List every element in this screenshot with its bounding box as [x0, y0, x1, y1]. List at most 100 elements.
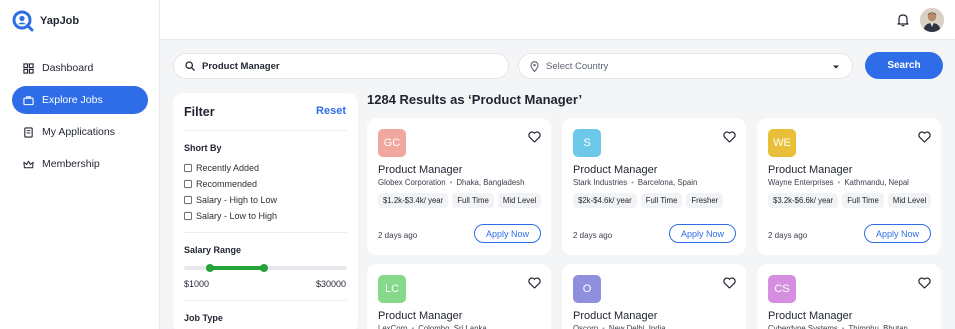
divider — [184, 232, 347, 233]
heart-icon[interactable] — [918, 130, 931, 143]
heart-icon[interactable] — [723, 130, 736, 143]
sort-option-label: Recommended — [196, 179, 258, 189]
sort-option-salary-low-high[interactable]: Salary - Low to High — [184, 211, 277, 221]
job-location: New Delhi, India — [608, 324, 666, 329]
level-chip: Fresher — [686, 193, 724, 208]
separator-dot: • — [837, 178, 841, 187]
sidebar-item-explore-jobs[interactable]: Explore Jobs — [12, 86, 148, 114]
sort-option-recently-added[interactable]: Recently Added — [184, 163, 259, 173]
heart-icon[interactable] — [918, 276, 931, 289]
checkbox[interactable] — [184, 180, 192, 188]
heart-icon[interactable] — [528, 130, 541, 143]
avatar[interactable] — [920, 8, 944, 32]
salary-range-slider[interactable] — [184, 264, 347, 272]
sort-option-label: Recently Added — [196, 163, 260, 173]
company-logo: CS — [768, 275, 796, 303]
user-avatar-icon — [920, 8, 944, 32]
separator-dot: • — [449, 178, 453, 187]
salary-min: $1000 — [184, 279, 210, 289]
sort-option-recommended[interactable]: Recommended — [184, 179, 257, 189]
briefcase-icon — [23, 95, 34, 105]
job-card[interactable]: O Product Manager Oscorp • New Delhi, India — [562, 264, 746, 329]
job-card[interactable]: CS Product Manager Cyberdyne Systems • Thimp… — [757, 264, 941, 329]
sort-option-label: Salary - High to Low — [196, 195, 278, 205]
separator-dot: • — [841, 324, 845, 329]
sidebar: YapJob Dashboard Explore Jobs My Applica… — [0, 0, 160, 329]
company-name: Globex Corporation — [378, 178, 446, 187]
sidebar-item-my-applications[interactable]: My Applications — [12, 118, 148, 146]
job-title: Product Manager — [768, 310, 853, 322]
salary-max: $30000 — [315, 279, 346, 289]
level-chip: Mid Level — [887, 193, 932, 208]
posted-date: 2 days ago — [768, 231, 808, 240]
separator-dot: • — [411, 324, 415, 329]
grid-icon — [23, 62, 34, 74]
job-tags: $3.2k-$6.6k/ year Full Time Mid Level — [768, 193, 932, 208]
heart-icon[interactable] — [528, 276, 541, 289]
country-select[interactable]: Select Country — [518, 53, 853, 79]
search-query: Product Manager — [202, 60, 280, 72]
top-bar — [160, 0, 955, 40]
job-type-chip: Full Time — [452, 193, 494, 208]
sort-by-title: Short By — [184, 143, 222, 153]
job-card[interactable]: WE Product Manager Wayne Enterprises • Kathm… — [757, 118, 941, 255]
job-meta: Globex Corporation • Dhaka, Bangladesh — [378, 178, 524, 187]
company-logo: O — [573, 275, 601, 303]
sidebar-item-label: Explore Jobs — [42, 94, 103, 106]
job-title: Product Manager — [573, 164, 658, 176]
job-location: Dhaka, Bangladesh — [456, 178, 525, 187]
sort-option-salary-high-low[interactable]: Salary - High to Low — [184, 195, 277, 205]
sidebar-item-label: My Applications — [42, 126, 115, 138]
sidebar-item-dashboard[interactable]: Dashboard — [12, 54, 148, 82]
location-pin-icon — [530, 60, 539, 72]
search-input[interactable]: Product Manager — [173, 53, 509, 79]
bell-icon[interactable] — [897, 13, 909, 27]
separator-dot: • — [602, 324, 605, 329]
job-tags: $2k-$4.6k/ year Full Time Fresher — [573, 193, 724, 208]
company-name: Cyberdyne Systems — [768, 324, 838, 329]
sidebar-item-membership[interactable]: Membership — [12, 150, 148, 178]
job-type-title: Job Type — [184, 313, 223, 323]
sidebar-item-label: Membership — [42, 158, 100, 170]
app-logo[interactable]: YapJob — [12, 10, 79, 32]
job-type-chip: Full Time — [640, 193, 683, 208]
job-card[interactable]: LC Product Manager LexCorp • Colombo, Sri La… — [367, 264, 551, 329]
job-meta: LexCorp • Colombo, Sri Lanka — [378, 324, 487, 329]
job-type-chip: Full Time — [842, 193, 884, 208]
job-card[interactable]: GC Product Manager Globex Corporation • Dhak… — [367, 118, 551, 255]
app-name: YapJob — [40, 15, 80, 27]
salary-chip: $1.2k-$3.4k/ year — [378, 193, 449, 208]
heart-icon[interactable] — [723, 276, 736, 289]
level-chip: Mid Level — [497, 193, 542, 208]
posted-date: 2 days ago — [378, 231, 418, 240]
apply-now-button[interactable]: Apply Now — [864, 224, 931, 243]
slider-handle-min[interactable] — [206, 264, 215, 272]
search-button[interactable]: Search — [865, 52, 943, 79]
checkbox[interactable] — [184, 212, 192, 220]
job-location: Barcelona, Spain — [637, 178, 698, 187]
company-name: Wayne Enterprises — [768, 178, 834, 187]
job-meta: Stark Industries • Barcelona, Spain — [573, 178, 697, 187]
divider — [184, 130, 347, 131]
company-name: LexCorp — [378, 324, 408, 329]
job-card[interactable]: S Product Manager Stark Industries • Barcelo… — [562, 118, 746, 255]
checkbox[interactable] — [184, 196, 192, 204]
reset-button[interactable]: Reset — [316, 105, 346, 117]
job-meta: Wayne Enterprises • Kathmandu, Nepal — [768, 178, 909, 187]
crown-icon — [23, 160, 34, 168]
job-location: Colombo, Sri Lanka — [418, 324, 487, 329]
sidebar-nav: Dashboard Explore Jobs My Applications M… — [12, 54, 148, 182]
checkbox[interactable] — [184, 164, 192, 172]
apply-now-button[interactable]: Apply Now — [474, 224, 541, 243]
job-tags: $1.2k-$3.4k/ year Full Time Mid Level — [378, 193, 542, 208]
country-placeholder: Select Country — [546, 60, 609, 72]
apply-now-button[interactable]: Apply Now — [669, 224, 736, 243]
salary-range-title: Salary Range — [184, 245, 242, 255]
company-logo: GC — [378, 129, 406, 157]
slider-fill — [210, 266, 264, 270]
company-name: Oscorp — [573, 324, 599, 329]
slider-handle-max[interactable] — [259, 264, 268, 272]
job-title: Product Manager — [573, 310, 658, 322]
company-logo: S — [573, 129, 601, 157]
posted-date: 2 days ago — [573, 231, 613, 240]
